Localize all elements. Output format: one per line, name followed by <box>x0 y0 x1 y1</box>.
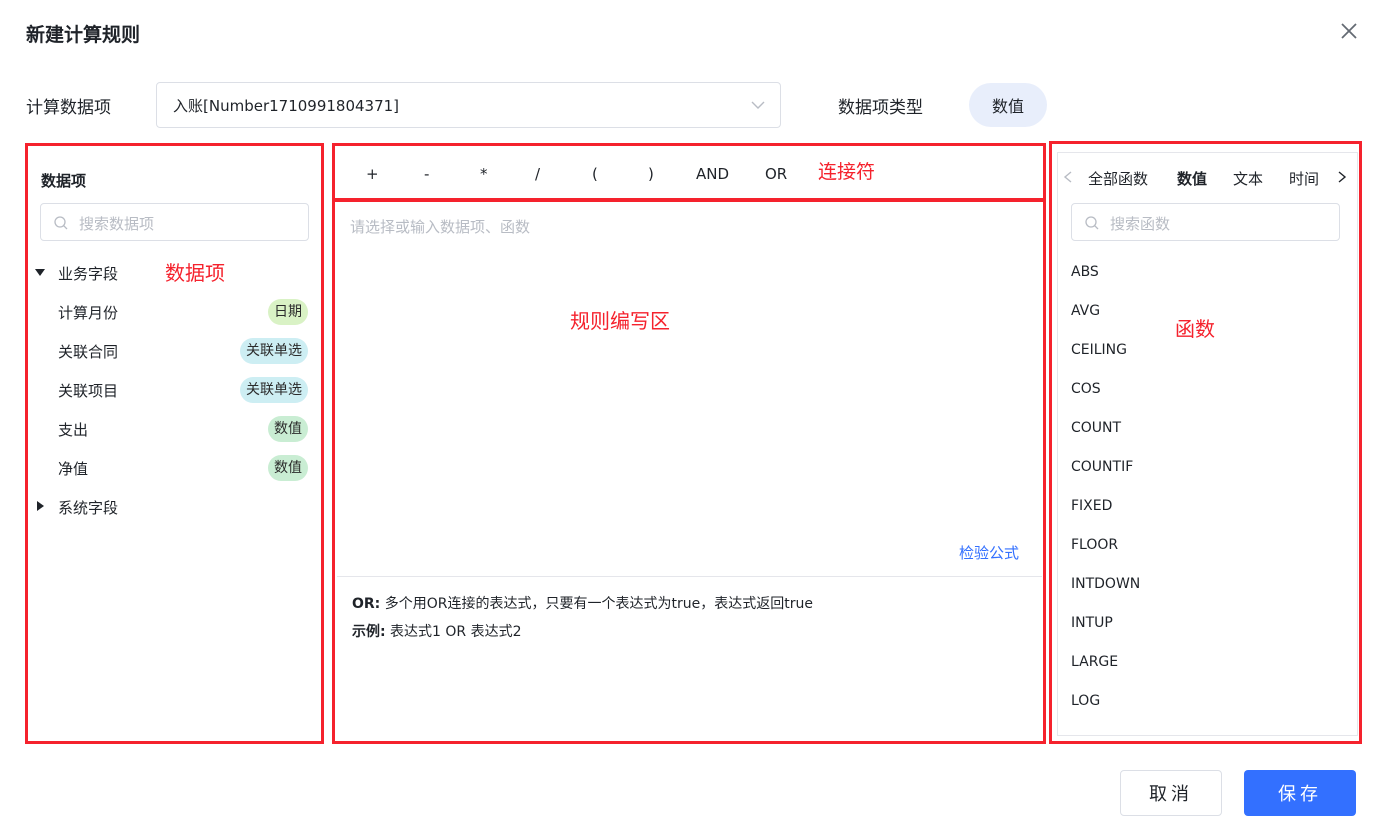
data-item-label: 净值 <box>58 460 89 478</box>
operator-and[interactable]: AND <box>696 165 729 183</box>
function-item[interactable]: AVG <box>1071 303 1100 319</box>
annotation-connectors: 连接符 <box>818 161 876 183</box>
calc-item-label: 计算数据项 <box>26 98 111 118</box>
tree-group-business[interactable]: 业务字段 <box>34 258 310 288</box>
description-key: OR: <box>352 596 381 612</box>
check-formula-link[interactable]: 检验公式 <box>959 542 1019 563</box>
type-badge: 数值 <box>969 83 1047 127</box>
type-tag: 日期 <box>268 299 308 325</box>
cancel-button[interactable]: 取消 <box>1120 770 1222 816</box>
annotation-editor: 规则编写区 <box>570 309 670 333</box>
close-icon[interactable] <box>1338 20 1360 42</box>
formula-editor-placeholder[interactable]: 请选择或输入数据项、函数 <box>350 216 530 237</box>
caret-down-icon <box>35 269 45 276</box>
function-item[interactable]: LARGE <box>1071 654 1118 670</box>
function-search-placeholder: 搜索函数 <box>1110 215 1171 233</box>
caret-right-icon <box>37 501 44 511</box>
function-item[interactable]: FIXED <box>1071 498 1112 514</box>
calc-item-value: 入账[Number1710991804371] <box>173 97 400 115</box>
function-description: OR: 多个用OR连接的表达式，只要有一个表达式为true，表达式返回true <box>352 593 813 613</box>
function-item[interactable]: INTUP <box>1071 615 1113 631</box>
data-item-calc-month[interactable]: 计算月份 日期 <box>58 297 310 327</box>
type-tag: 数值 <box>268 416 308 442</box>
annotation-functions: 函数 <box>1175 317 1215 341</box>
data-item-search-placeholder: 搜索数据项 <box>79 215 155 233</box>
chevron-left-icon[interactable] <box>1062 170 1074 184</box>
search-icon <box>54 216 68 230</box>
function-item[interactable]: COUNT <box>1071 420 1121 436</box>
type-label: 数据项类型 <box>838 98 923 118</box>
tab-text[interactable]: 文本 <box>1233 168 1263 189</box>
tab-time[interactable]: 时间 <box>1289 168 1319 189</box>
tree-group-label: 系统字段 <box>58 499 119 517</box>
data-item-search-input[interactable]: 搜索数据项 <box>40 203 309 241</box>
operator-multiply[interactable]: * <box>480 165 488 183</box>
description-text: 多个用OR连接的表达式，只要有一个表达式为true，表达式返回true <box>380 596 813 612</box>
type-tag: 关联单选 <box>240 377 308 403</box>
example-key: 示例: <box>352 624 386 640</box>
function-item[interactable]: LOG <box>1071 693 1100 709</box>
operator-close-paren[interactable]: ) <box>648 165 654 183</box>
editor-frame <box>332 199 1046 744</box>
function-item[interactable]: CEILING <box>1071 342 1127 358</box>
function-item[interactable]: INTDOWN <box>1071 576 1140 592</box>
function-item[interactable]: FLOOR <box>1071 537 1118 553</box>
tree-group-system[interactable]: 系统字段 <box>34 492 310 522</box>
data-item-related-contract[interactable]: 关联合同 关联单选 <box>58 336 310 366</box>
function-example: 示例: 表达式1 OR 表达式2 <box>352 621 522 641</box>
chevron-down-icon <box>751 101 765 109</box>
operator-open-paren[interactable]: ( <box>592 165 598 183</box>
connectors-frame <box>332 143 1046 201</box>
tab-numeric[interactable]: 数值 <box>1177 168 1207 189</box>
operator-plus[interactable]: + <box>366 165 379 183</box>
data-item-related-project[interactable]: 关联项目 关联单选 <box>58 375 310 405</box>
dialog-title: 新建计算规则 <box>26 24 141 46</box>
type-tag: 关联单选 <box>240 338 308 364</box>
search-icon <box>1085 216 1099 230</box>
divider <box>337 576 1042 577</box>
data-item-label: 关联合同 <box>58 343 119 361</box>
function-search-input[interactable]: 搜索函数 <box>1071 203 1340 241</box>
save-button[interactable]: 保存 <box>1244 770 1356 816</box>
operator-or[interactable]: OR <box>765 165 787 183</box>
data-item-expense[interactable]: 支出 数值 <box>58 414 310 444</box>
calc-item-select[interactable]: 入账[Number1710991804371] <box>156 82 781 128</box>
data-items-title: 数据项 <box>41 172 87 190</box>
type-tag: 数值 <box>268 455 308 481</box>
tree-group-label: 业务字段 <box>58 265 119 283</box>
function-item[interactable]: COS <box>1071 381 1101 397</box>
chevron-right-icon[interactable] <box>1336 170 1348 184</box>
data-item-label: 支出 <box>58 421 89 439</box>
function-item[interactable]: ABS <box>1071 264 1099 280</box>
operator-minus[interactable]: - <box>424 165 429 183</box>
data-item-net-value[interactable]: 净值 数值 <box>58 453 310 483</box>
tab-all-functions[interactable]: 全部函数 <box>1088 168 1148 189</box>
example-text: 表达式1 OR 表达式2 <box>385 624 522 640</box>
data-item-label: 关联项目 <box>58 382 119 400</box>
operator-divide[interactable]: / <box>535 165 540 183</box>
function-item[interactable]: COUNTIF <box>1071 459 1133 475</box>
data-item-label: 计算月份 <box>58 304 119 322</box>
